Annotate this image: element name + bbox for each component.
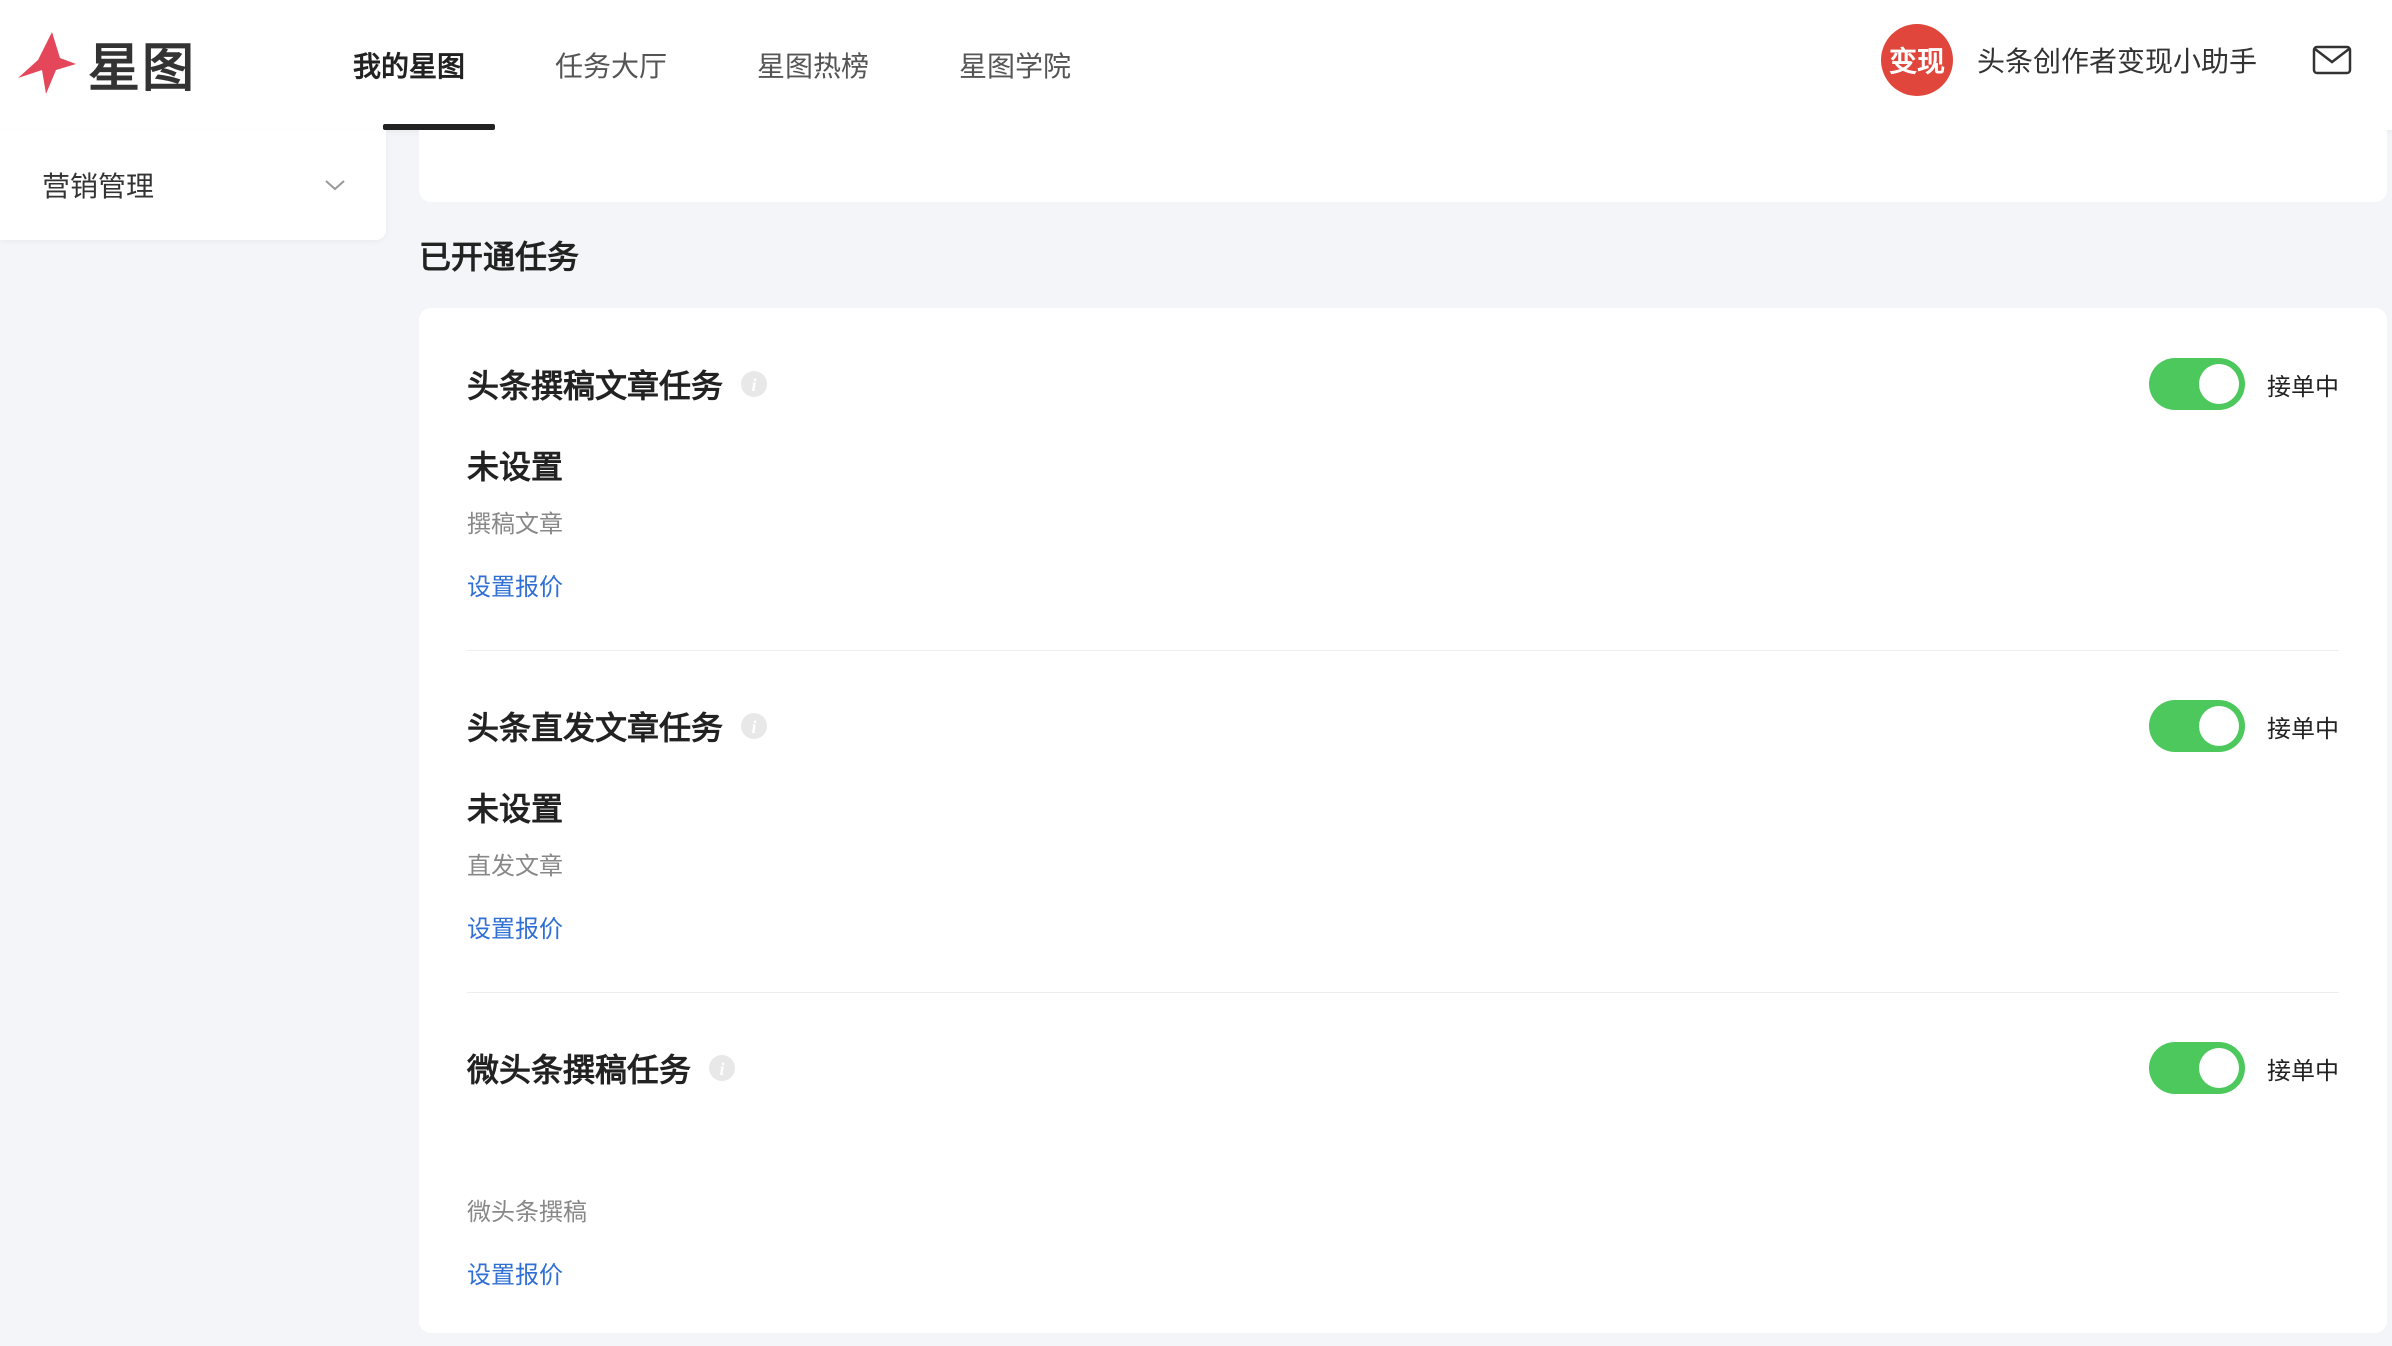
nav-hot-list[interactable]: 星图热榜 <box>757 0 869 130</box>
task-title: 微头条撰稿任务 <box>467 1051 692 1089</box>
mail-icon[interactable] <box>2312 45 2352 75</box>
task-title-row: 微头条撰稿任务 i <box>467 1045 737 1091</box>
logo[interactable]: 星图 <box>12 28 197 99</box>
task-type: 微头条撰稿 <box>467 1198 587 1226</box>
task-item: 头条直发文章任务 i 接单中 未设置 直发文章 设置报价 <box>467 696 2339 944</box>
task-title-row: 头条撰稿文章任务 i <box>467 361 769 407</box>
status-toggle-group: 接单中 <box>2149 358 2339 410</box>
divider <box>467 650 2339 651</box>
nav-my-xingtu[interactable]: 我的星图 <box>353 0 496 130</box>
status-label: 接单中 <box>2267 372 2339 401</box>
logo-text: 星图 <box>88 38 197 99</box>
sidebar-item-label: 营销管理 <box>42 170 155 203</box>
task-item: 头条撰稿文章任务 i 接单中 未设置 撰稿文章 设置报价 <box>467 354 2339 602</box>
nav-label: 星图热榜 <box>757 50 870 83</box>
nav-task-hall[interactable]: 任务大厅 <box>555 0 667 130</box>
task-type: 直发文章 <box>467 852 563 880</box>
price-status <box>467 1126 2339 1164</box>
divider <box>467 992 2339 993</box>
task-title-row: 头条直发文章任务 i <box>467 703 769 749</box>
top-header: 星图 我的星图 任务大厅 星图热榜 星图学院 变现 头条创作者变现小助手 <box>0 0 2392 130</box>
nav-label: 我的星图 <box>353 50 466 83</box>
status-label: 接单中 <box>2267 714 2339 743</box>
status-toggle-group: 接单中 <box>2149 1042 2339 1094</box>
svg-text:i: i <box>720 1059 725 1079</box>
info-icon[interactable]: i <box>707 1053 737 1083</box>
nav-label: 任务大厅 <box>555 50 668 83</box>
status-label: 接单中 <box>2267 1056 2339 1085</box>
section-title: 已开通任务 <box>419 238 580 276</box>
status-toggle-group: 接单中 <box>2149 700 2339 752</box>
task-type: 撰稿文章 <box>467 510 563 538</box>
accepting-toggle[interactable] <box>2149 358 2245 410</box>
task-title: 头条撰稿文章任务 <box>467 367 724 405</box>
chevron-down-icon <box>325 180 345 191</box>
star-logo-icon <box>18 32 76 94</box>
info-icon[interactable]: i <box>739 711 769 741</box>
set-price-link[interactable]: 设置报价 <box>467 909 563 944</box>
sidebar-item-marketing[interactable]: 营销管理 <box>42 130 346 240</box>
info-icon[interactable]: i <box>739 369 769 399</box>
task-title: 头条直发文章任务 <box>467 709 724 747</box>
main-nav: 我的星图 任务大厅 星图热榜 星图学院 <box>353 0 1161 130</box>
nav-label: 星图学院 <box>959 50 1072 83</box>
sidebar: 营销管理 <box>0 130 386 240</box>
user-name[interactable]: 头条创作者变现小助手 <box>1977 40 2257 80</box>
user-area: 变现 头条创作者变现小助手 <box>1880 0 2352 120</box>
nav-academy[interactable]: 星图学院 <box>959 0 1071 130</box>
set-price-link[interactable]: 设置报价 <box>467 567 563 602</box>
price-status: 未设置 <box>467 790 564 828</box>
accepting-toggle[interactable] <box>2149 1042 2245 1094</box>
task-item: 微头条撰稿任务 i 接单中 微头条撰稿 设置报价 <box>467 1038 2339 1290</box>
svg-text:i: i <box>752 375 757 395</box>
tasks-card: 头条撰稿文章任务 i 接单中 未设置 撰稿文章 设置报价 头条直发文章任务 i <box>419 308 2387 1333</box>
previous-card <box>419 130 2387 202</box>
set-price-link[interactable]: 设置报价 <box>467 1255 563 1290</box>
accepting-toggle[interactable] <box>2149 700 2245 752</box>
price-status: 未设置 <box>467 448 564 486</box>
avatar[interactable]: 变现 <box>1880 24 1953 96</box>
svg-text:i: i <box>752 717 757 737</box>
